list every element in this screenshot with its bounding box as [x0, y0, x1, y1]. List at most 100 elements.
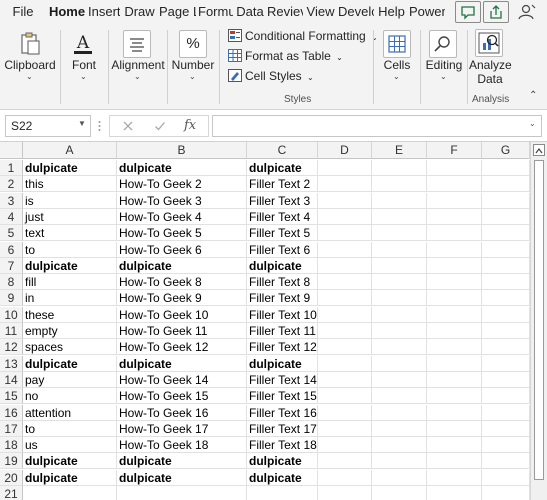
font-group[interactable]: A Font ⌄ [62, 24, 106, 106]
row-header-17[interactable]: 17 [0, 421, 23, 437]
cell-g8[interactable] [482, 274, 530, 290]
cell-g5[interactable] [482, 225, 530, 241]
cell-g2[interactable] [482, 176, 530, 192]
tab-view[interactable]: View [306, 3, 335, 21]
cell-f10[interactable] [427, 307, 482, 323]
cell-c3[interactable]: Filler Text 3 [247, 193, 318, 209]
row-header-3[interactable]: 3 [0, 193, 23, 209]
row-header-5[interactable]: 5 [0, 225, 23, 241]
cell-g20[interactable] [482, 470, 530, 486]
cell-b8[interactable]: How-To Geek 8 [117, 274, 247, 290]
tab-file[interactable]: File [6, 3, 40, 21]
resize-handle[interactable] [98, 119, 101, 133]
analyze-data-label-line2[interactable]: Data [469, 72, 511, 86]
cell-c2[interactable]: Filler Text 2 [247, 176, 318, 192]
cell-f8[interactable] [427, 274, 482, 290]
cell-d6[interactable] [318, 242, 372, 258]
cell-a7[interactable]: dulpicate [23, 258, 117, 274]
cell-a15[interactable]: no [23, 388, 117, 404]
account-button[interactable] [514, 1, 540, 23]
row-header-6[interactable]: 6 [0, 242, 23, 258]
cell-d17[interactable] [318, 421, 372, 437]
cell-c19[interactable]: dulpicate [247, 453, 318, 469]
cell-d2[interactable] [318, 176, 372, 192]
cell-e13[interactable] [372, 356, 427, 372]
cell-d13[interactable] [318, 356, 372, 372]
cell-e16[interactable] [372, 405, 427, 421]
cell-d19[interactable] [318, 453, 372, 469]
cell-f21[interactable] [427, 486, 482, 500]
cell-f9[interactable] [427, 290, 482, 306]
cell-b1[interactable]: dulpicate [117, 160, 247, 176]
collapse-ribbon-icon[interactable]: ⌃ [529, 90, 537, 101]
cell-a9[interactable]: in [23, 290, 117, 306]
cell-g11[interactable] [482, 323, 530, 339]
row-header-12[interactable]: 12 [0, 339, 23, 355]
worksheet-grid[interactable]: A B C D E F G 1 dulpicate dulpicate dulpicate 2 this… [0, 142, 547, 500]
cell-a8[interactable]: fill [23, 274, 117, 290]
cell-e2[interactable] [372, 176, 427, 192]
cell-a21[interactable] [23, 486, 117, 500]
cell-b2[interactable]: How-To Geek 2 [117, 176, 247, 192]
cell-styles-button[interactable]: Cell Styles ⌄ [228, 67, 314, 85]
cell-e17[interactable] [372, 421, 427, 437]
cell-f12[interactable] [427, 339, 482, 355]
cells-group[interactable]: Cells ⌄ [375, 24, 419, 106]
row-header-2[interactable]: 2 [0, 176, 23, 192]
share-button[interactable] [483, 1, 509, 23]
tab-formulas[interactable]: Formu [198, 3, 233, 21]
cell-c7[interactable]: dulpicate [247, 258, 318, 274]
cell-b4[interactable]: How-To Geek 4 [117, 209, 247, 225]
cell-a13[interactable]: dulpicate [23, 356, 117, 372]
cell-a10[interactable]: these [23, 307, 117, 323]
cell-g3[interactable] [482, 193, 530, 209]
cell-e3[interactable] [372, 193, 427, 209]
cell-g14[interactable] [482, 372, 530, 388]
cell-c8[interactable]: Filler Text 8 [247, 274, 318, 290]
insert-function-icon[interactable]: fx [184, 118, 196, 133]
column-header-g[interactable]: G [482, 142, 530, 159]
cell-c1[interactable]: dulpicate [247, 160, 318, 176]
alignment-group[interactable]: Alignment ⌄ [110, 24, 166, 106]
cell-a20[interactable]: dulpicate [23, 470, 117, 486]
cell-f5[interactable] [427, 225, 482, 241]
cell-d8[interactable] [318, 274, 372, 290]
cell-f3[interactable] [427, 193, 482, 209]
cell-a4[interactable]: just [23, 209, 117, 225]
scrollbar-thumb[interactable] [534, 160, 544, 480]
clipboard-group[interactable]: Clipboard ⌄ [0, 24, 60, 106]
row-header-18[interactable]: 18 [0, 437, 23, 453]
row-header-20[interactable]: 20 [0, 470, 23, 486]
cell-g21[interactable] [482, 486, 530, 500]
cell-a14[interactable]: pay [23, 372, 117, 388]
tab-power[interactable]: Power [409, 3, 445, 21]
name-box[interactable]: S22 ▼ [5, 115, 91, 137]
vertical-scrollbar[interactable] [530, 142, 547, 500]
row-header-14[interactable]: 14 [0, 372, 23, 388]
cell-d10[interactable] [318, 307, 372, 323]
column-header-a[interactable]: A [23, 142, 117, 159]
tab-draw[interactable]: Draw [123, 3, 156, 21]
cell-a19[interactable]: dulpicate [23, 453, 117, 469]
cell-e8[interactable] [372, 274, 427, 290]
cell-g19[interactable] [482, 453, 530, 469]
cell-g4[interactable] [482, 209, 530, 225]
cell-a2[interactable]: this [23, 176, 117, 192]
column-header-d[interactable]: D [318, 142, 372, 159]
cell-c6[interactable]: Filler Text 6 [247, 242, 318, 258]
formula-input[interactable]: ⌄ [212, 115, 542, 137]
cell-d14[interactable] [318, 372, 372, 388]
cell-b9[interactable]: How-To Geek 9 [117, 290, 247, 306]
cell-e4[interactable] [372, 209, 427, 225]
column-header-f[interactable]: F [427, 142, 482, 159]
cell-g12[interactable] [482, 339, 530, 355]
tab-insert[interactable]: Insert [88, 3, 120, 21]
cell-c4[interactable]: Filler Text 4 [247, 209, 318, 225]
cell-f4[interactable] [427, 209, 482, 225]
cell-e15[interactable] [372, 388, 427, 404]
cell-d12[interactable] [318, 339, 372, 355]
cell-c21[interactable] [247, 486, 318, 500]
cell-g9[interactable] [482, 290, 530, 306]
cell-b18[interactable]: How-To Geek 18 [117, 437, 247, 453]
cell-d7[interactable] [318, 258, 372, 274]
